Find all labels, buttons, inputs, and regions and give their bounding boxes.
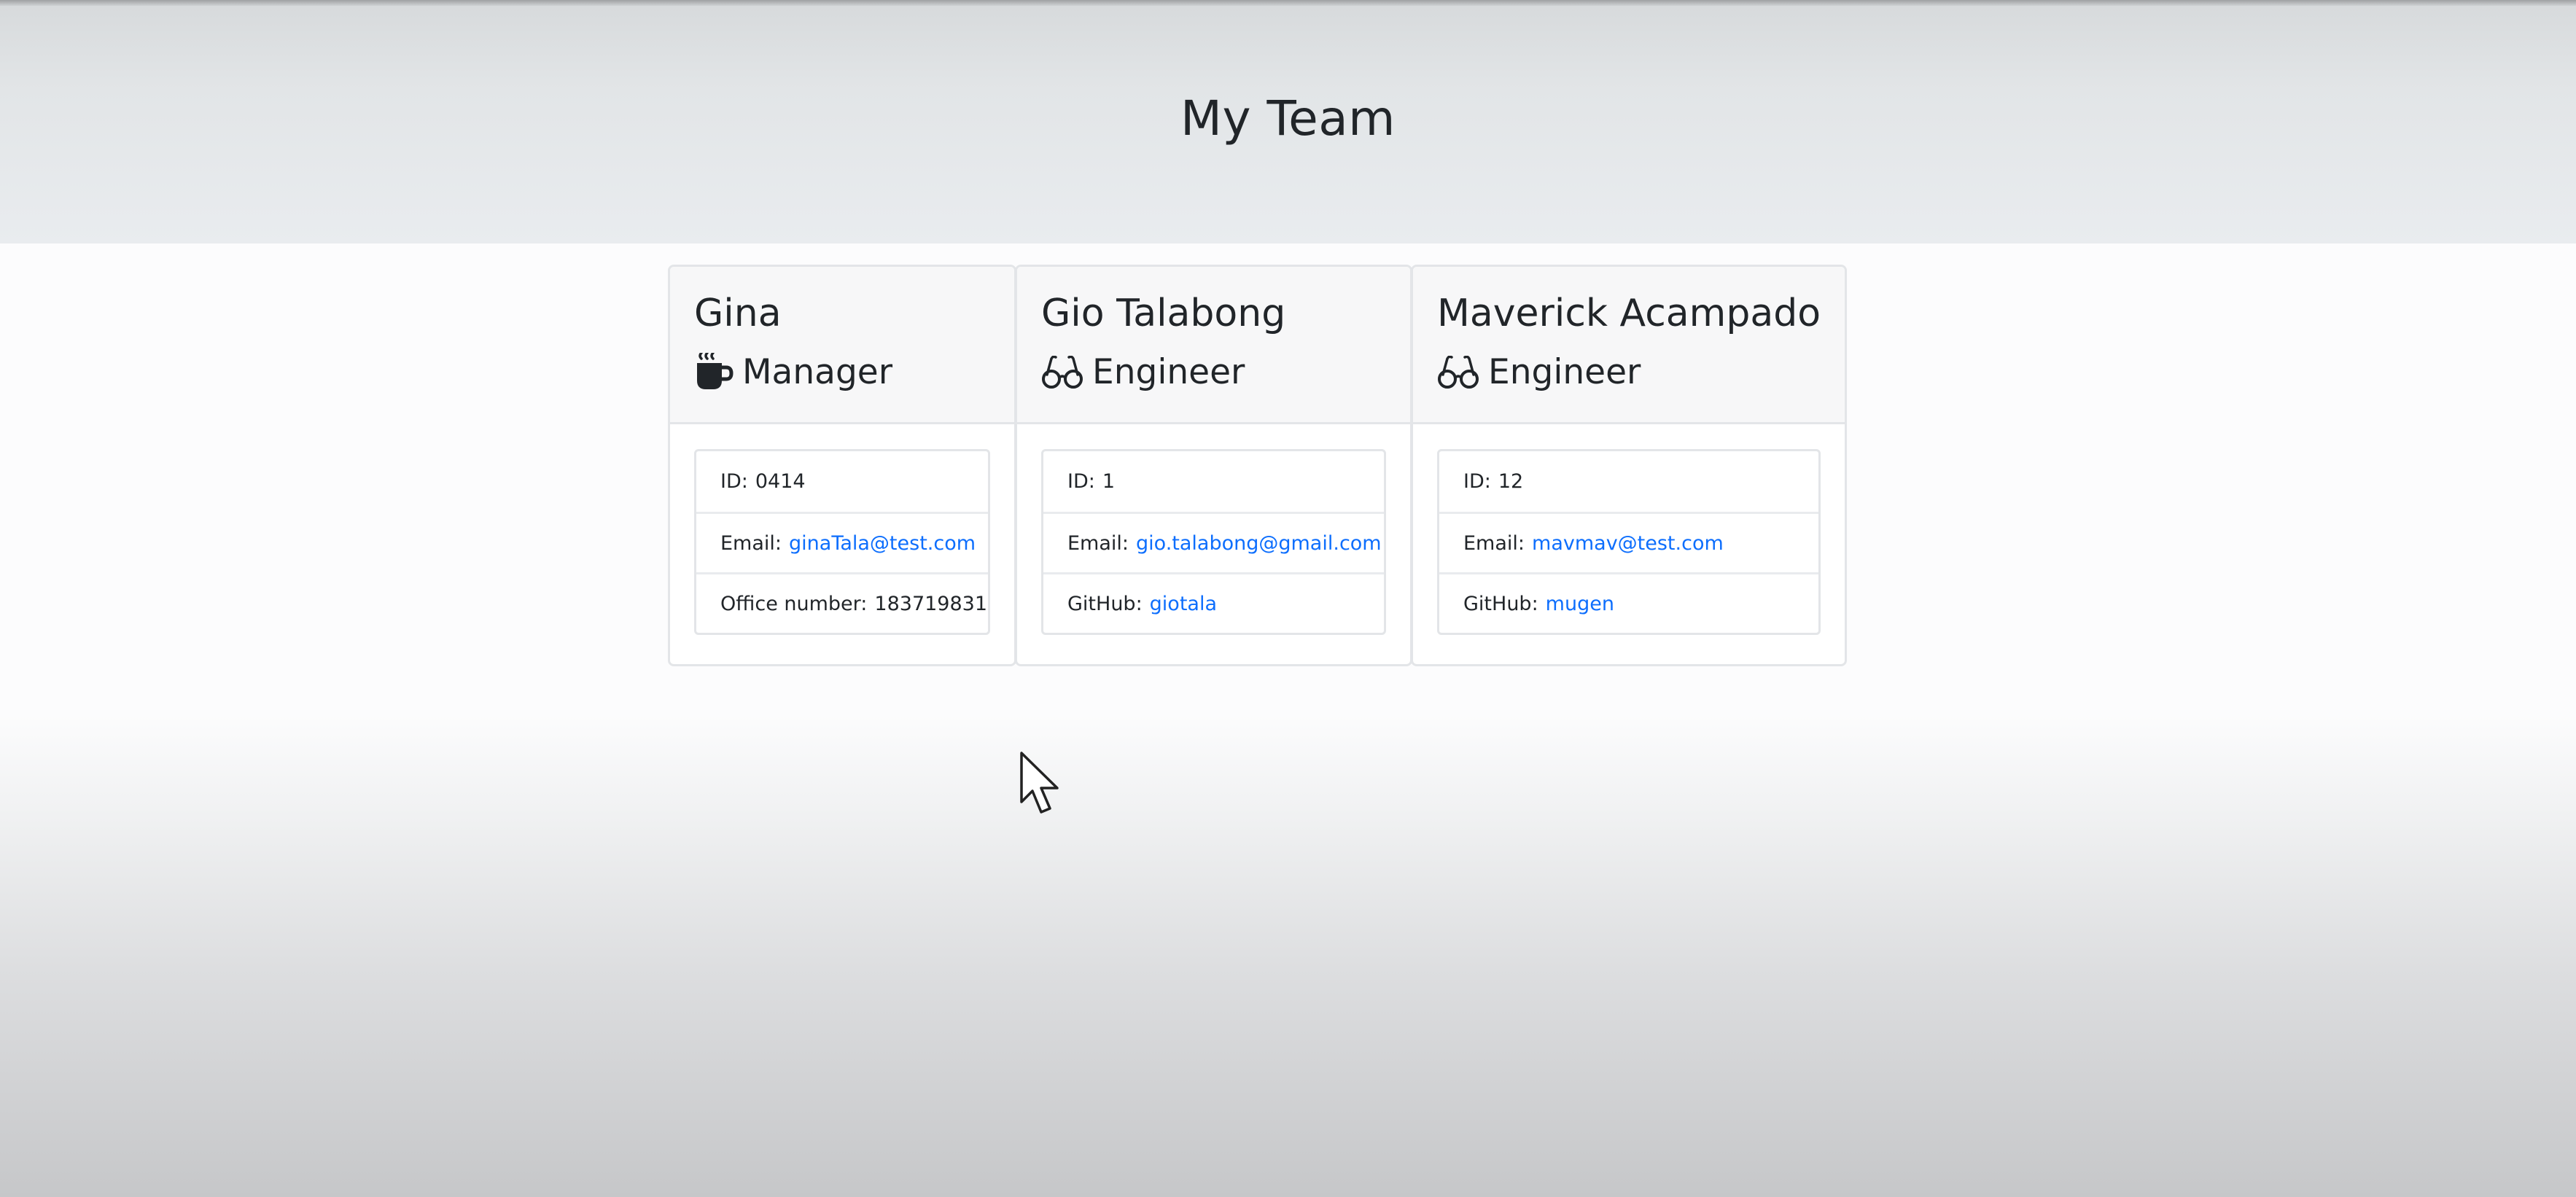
email-label: Email:: [720, 531, 782, 555]
email-link[interactable]: ginaTala@test.com: [789, 532, 976, 555]
github-link[interactable]: giotala: [1150, 593, 1217, 615]
employee-card-manager: Gina Manager ID: 0414 Email: ginaTala@te…: [668, 265, 1016, 666]
email-label: Email:: [1463, 531, 1525, 555]
card-body: ID: 12 Email: mavmav@test.com GitHub: mu…: [1413, 424, 1845, 635]
mouse-cursor-icon: [1019, 751, 1062, 818]
id-item: ID: 12: [1439, 451, 1818, 512]
page-header: My Team: [0, 6, 2576, 243]
employee-name: Gio Talabong: [1041, 292, 1286, 335]
id-label: ID:: [1067, 470, 1095, 493]
github-label: GitHub:: [1463, 592, 1538, 615]
email-item: Email: ginaTala@test.com: [696, 512, 988, 572]
id-value: 1: [1102, 470, 1116, 493]
office-number-item: Office number: 183719831: [696, 572, 988, 633]
employee-name: Maverick Acampado: [1437, 292, 1821, 335]
id-value: 12: [1498, 470, 1524, 493]
employee-role: Engineer: [1041, 348, 1410, 397]
github-item: GitHub: giotala: [1043, 572, 1384, 633]
page-title: My Team: [1180, 90, 1396, 147]
role-label: Engineer: [1092, 352, 1245, 392]
employee-role: Engineer: [1437, 348, 1845, 397]
card-header: Gio Talabong Engineer: [1017, 267, 1410, 424]
email-link[interactable]: mavmav@test.com: [1532, 532, 1724, 555]
email-item: Email: mavmav@test.com: [1439, 512, 1818, 572]
card-body: ID: 1 Email: gio.talabong@gmail.com GitH…: [1017, 424, 1410, 635]
email-item: Email: gio.talabong@gmail.com: [1043, 512, 1384, 572]
employee-card-engineer: Maverick Acampado Engineer ID: 12 Email:…: [1411, 265, 1847, 666]
role-label: Engineer: [1488, 352, 1641, 392]
employee-card-engineer: Gio Talabong Engineer ID: 1 Email: gio.t…: [1015, 265, 1412, 666]
details-list: ID: 12 Email: mavmav@test.com GitHub: mu…: [1437, 449, 1821, 635]
github-item: GitHub: mugen: [1439, 572, 1818, 633]
id-label: ID:: [720, 470, 748, 493]
id-value: 0414: [755, 470, 806, 493]
coffee-mug-icon: [694, 353, 734, 392]
github-link[interactable]: mugen: [1546, 593, 1614, 615]
window-top-edge: [0, 0, 2576, 6]
office-number-label: Office number:: [720, 592, 868, 615]
github-label: GitHub:: [1067, 592, 1143, 615]
employee-role: Manager: [694, 348, 1014, 397]
glasses-icon: [1041, 356, 1083, 389]
id-item: ID: 1: [1043, 451, 1384, 512]
role-label: Manager: [742, 352, 893, 392]
email-link[interactable]: gio.talabong@gmail.com: [1136, 532, 1382, 555]
employee-name: Gina: [694, 292, 782, 335]
details-list: ID: 0414 Email: ginaTala@test.com Office…: [694, 449, 990, 635]
office-number-value: 183719831: [874, 592, 988, 615]
details-list: ID: 1 Email: gio.talabong@gmail.com GitH…: [1041, 449, 1386, 635]
email-label: Email:: [1067, 531, 1129, 555]
card-header: Maverick Acampado Engineer: [1413, 267, 1845, 424]
id-item: ID: 0414: [696, 451, 988, 512]
card-header: Gina Manager: [670, 267, 1014, 424]
id-label: ID:: [1463, 470, 1491, 493]
glasses-icon: [1437, 356, 1479, 389]
card-body: ID: 0414 Email: ginaTala@test.com Office…: [670, 424, 1014, 635]
